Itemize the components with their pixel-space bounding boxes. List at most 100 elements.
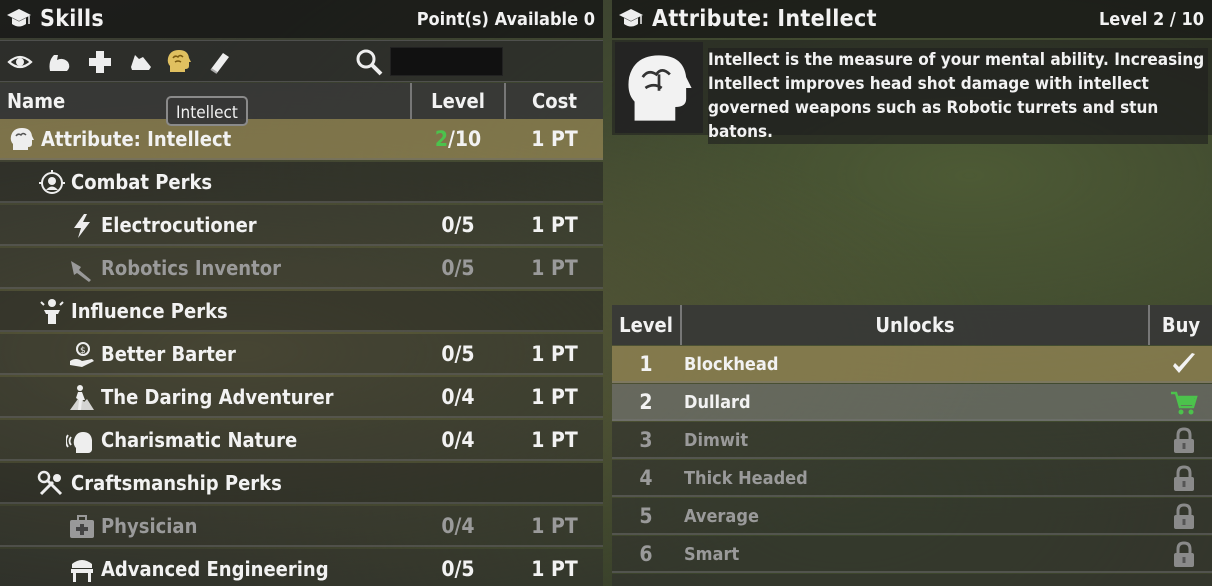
skill-row-charismatic-nature[interactable]: Charismatic Nature 0/4 1 PT: [0, 420, 603, 461]
unlock-name: Blockhead: [684, 354, 779, 375]
skill-level: 0/5: [441, 213, 475, 237]
unlock-row-partial: [612, 574, 1212, 586]
combat-target-icon: [39, 170, 65, 194]
lock-icon: [1174, 465, 1194, 491]
plus-icon[interactable]: [86, 48, 114, 76]
unlock-row[interactable]: 4 Thick Headed: [612, 460, 1212, 497]
eye-icon[interactable]: [6, 48, 34, 76]
unlock-level: 5: [639, 504, 653, 528]
category-row-influence-perks[interactable]: Influence Perks: [0, 291, 603, 332]
unlock-name: Dullard: [684, 392, 751, 413]
column-level[interactable]: Level: [410, 83, 506, 119]
unlock-row[interactable]: 6 Smart: [612, 536, 1212, 573]
unlock-row[interactable]: 2 Dullard: [612, 384, 1212, 421]
lock-icon: [1174, 427, 1194, 453]
unlock-name: Smart: [684, 544, 740, 565]
unlock-name: Average: [684, 506, 759, 527]
category-name: Combat Perks: [71, 170, 213, 194]
column-name[interactable]: Name: [7, 83, 65, 119]
handshake-coin-icon: $: [70, 342, 94, 367]
attribute-detail-panel: Attribute: Intellect Level 2 / 10 Intell…: [612, 0, 1212, 586]
adventurer-icon: [70, 385, 94, 410]
search-input[interactable]: [390, 47, 503, 76]
skill-cost: 1 PT: [531, 342, 578, 366]
workbench-icon: [71, 560, 93, 582]
brain-head-icon: [615, 42, 703, 133]
unlocks-header: Level Unlocks Buy: [612, 305, 1212, 345]
description-box: Intellect is the measure of your mental …: [612, 40, 1212, 144]
skill-cost: 1 PT: [531, 557, 578, 581]
lock-icon: [1174, 503, 1194, 529]
category-name: Craftsmanship Perks: [71, 471, 282, 495]
unlock-name: Dimwit: [684, 430, 749, 451]
skill-row-better-barter[interactable]: $ Better Barter 0/5 1 PT: [0, 334, 603, 375]
lightning-icon: [74, 214, 90, 238]
unlock-name: Thick Headed: [684, 468, 808, 489]
skill-level: 0/5: [441, 342, 475, 366]
skill-name: Advanced Engineering: [101, 557, 329, 581]
detail-title-bar: Attribute: Intellect Level 2 / 10: [612, 0, 1212, 38]
skill-name: Electrocutioner: [101, 213, 257, 237]
skills-toolbar: [0, 40, 603, 82]
skill-cost: 1 PT: [531, 213, 578, 237]
tooltip: Intellect: [166, 96, 248, 126]
graduation-cap-icon: [619, 9, 643, 27]
column-unlocks: Unlocks: [680, 305, 1150, 345]
unlock-level: 2: [639, 390, 653, 414]
skill-row-attribute-intellect[interactable]: Attribute: Intellect 2/10 1 PT: [0, 119, 603, 160]
unlock-row[interactable]: 5 Average: [612, 498, 1212, 535]
unlock-level: 3: [639, 428, 653, 452]
skill-cost: 1 PT: [531, 514, 578, 538]
column-level: Level: [619, 313, 673, 337]
unlock-row[interactable]: 3 Dimwit: [612, 422, 1212, 459]
skill-row-robotics-inventor[interactable]: Robotics Inventor 0/5 1 PT: [0, 248, 603, 289]
category-name: Influence Perks: [71, 299, 228, 323]
running-shoe-icon[interactable]: [127, 48, 155, 76]
skill-name: Charismatic Nature: [101, 428, 298, 452]
unlock-row[interactable]: 1 Blockhead: [612, 346, 1212, 383]
unlock-level: 6: [639, 542, 653, 566]
skill-row-the-daring-adventurer[interactable]: The Daring Adventurer 0/4 1 PT: [0, 377, 603, 418]
skill-cost: 1 PT: [531, 256, 578, 280]
skill-level: 0/4: [441, 514, 475, 538]
podium-speaker-icon: [40, 299, 64, 324]
unlock-level: 1: [639, 352, 653, 376]
attribute-level: Level 2 / 10: [1098, 8, 1204, 30]
brain-head-icon: [10, 128, 34, 150]
lock-icon: [1174, 541, 1194, 567]
column-buy: Buy: [1161, 313, 1201, 337]
skill-level: 2/10: [434, 127, 482, 151]
attribute-description: Intellect is the measure of your mental …: [708, 48, 1208, 144]
skill-name: Better Barter: [101, 342, 236, 366]
points-available: Point(s) Available 0: [416, 8, 595, 30]
brain-head-icon[interactable]: [165, 48, 193, 76]
unlock-level: 4: [639, 466, 653, 490]
shopping-cart-icon[interactable]: [1170, 389, 1198, 417]
category-row-combat-perks[interactable]: Combat Perks: [0, 162, 603, 203]
skill-row-physician[interactable]: Physician 0/4 1 PT: [0, 506, 603, 547]
checkmark-icon: [1173, 353, 1195, 373]
detail-title: Attribute: Intellect: [652, 6, 877, 32]
robot-arm-icon: [71, 261, 91, 282]
skill-name: Robotics Inventor: [101, 256, 281, 280]
tools-icon: [37, 470, 63, 496]
strength-arm-icon[interactable]: [45, 48, 73, 76]
skill-row-electrocutioner[interactable]: Electrocutioner 0/5 1 PT: [0, 205, 603, 246]
column-cost[interactable]: Cost: [506, 83, 603, 119]
book-icon[interactable]: [206, 48, 234, 76]
skill-name: Physician: [101, 514, 198, 538]
skills-column-header: Name Level Cost: [0, 83, 603, 119]
skill-level: 0/5: [441, 256, 475, 280]
skills-panel: Skills Point(s) Available 0 Name Level C…: [0, 0, 603, 586]
skill-row-advanced-engineering[interactable]: Advanced Engineering 0/5 1 PT: [0, 549, 603, 586]
search-icon[interactable]: [354, 47, 384, 77]
skill-cost: 1 PT: [531, 428, 578, 452]
skill-level: 0/5: [441, 557, 475, 581]
speaking-head-icon: [66, 432, 92, 453]
category-row-craftsmanship-perks[interactable]: Craftsmanship Perks: [0, 463, 603, 504]
skill-level: 0/4: [441, 428, 475, 452]
skill-name: The Daring Adventurer: [101, 385, 334, 409]
skill-cost: 1 PT: [531, 385, 578, 409]
skills-title: Skills: [40, 6, 105, 32]
graduation-cap-icon: [7, 9, 31, 27]
